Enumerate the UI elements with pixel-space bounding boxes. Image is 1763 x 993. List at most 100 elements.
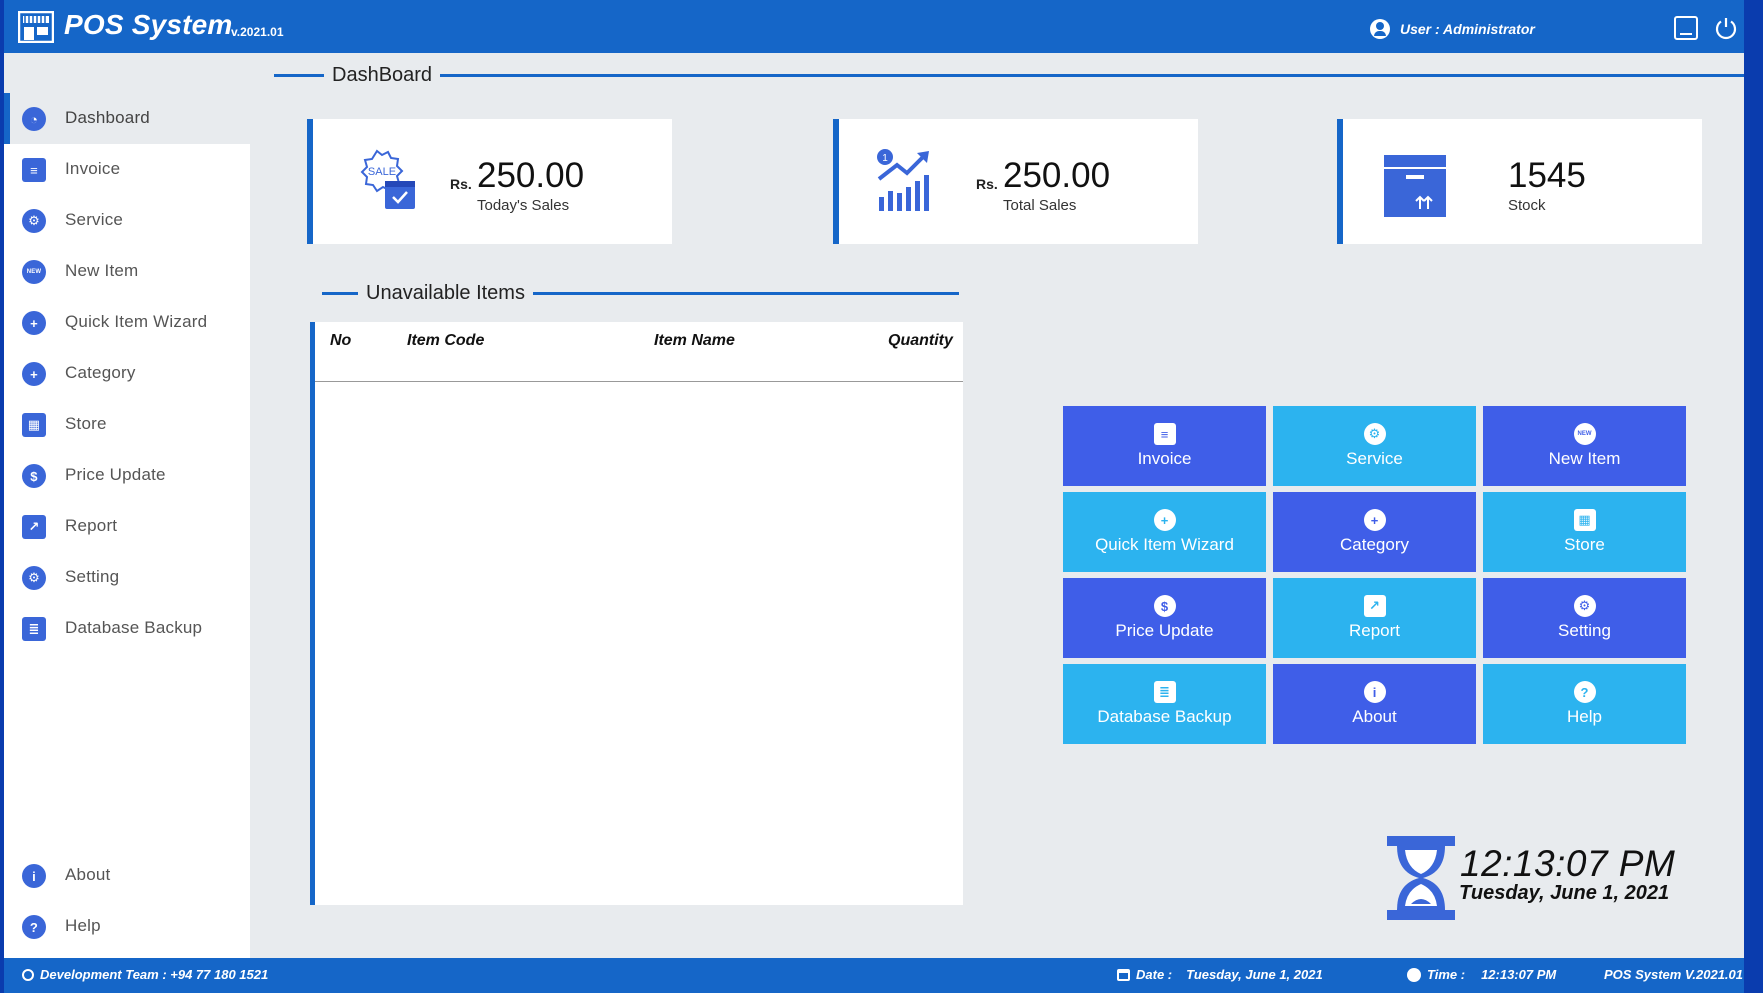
invoice-icon: ≡	[22, 158, 46, 182]
stock-box-icon	[1384, 155, 1446, 217]
tile-label: Quick Item Wizard	[1095, 535, 1234, 554]
app-version: v.2021.01	[231, 25, 284, 39]
info-icon: i	[22, 864, 46, 888]
sidebar-item-store[interactable]: ▦ Store	[4, 399, 250, 450]
sidebar-item-price-update[interactable]: $ Price Update	[4, 450, 250, 501]
sidebar-item-label: Setting	[65, 567, 120, 586]
sidebar-item-database-backup[interactable]: ≣ Database Backup	[4, 603, 250, 654]
tile-label: Database Backup	[1097, 707, 1232, 726]
svg-text:SALE: SALE	[368, 166, 396, 178]
sidebar-item-label: Database Backup	[65, 618, 203, 637]
sidebar-item-dashboard[interactable]: ◔ Dashboard	[4, 93, 250, 144]
sidebar-item-label: Invoice	[65, 159, 121, 178]
store-icon: ▦	[22, 413, 46, 437]
sidebar-item-label: Help	[65, 916, 101, 935]
growth-chart-icon: 1	[877, 149, 929, 211]
sidebar-item-category[interactable]: + Category	[4, 348, 250, 399]
new-badge-icon: NEW	[1573, 423, 1596, 445]
sidebar-item-label: Report	[65, 516, 118, 535]
database-icon: ≣	[1153, 681, 1176, 703]
unavailable-items-table[interactable]: No Item Code Item Name Quantity	[310, 322, 963, 905]
tile-new-item[interactable]: NEW New Item	[1483, 406, 1686, 486]
sidebar-item-label: Category	[65, 363, 136, 382]
tile-about[interactable]: i About	[1273, 664, 1476, 744]
tile-label: Price Update	[1115, 621, 1214, 640]
column-header-item-name[interactable]: Item Name	[654, 332, 735, 350]
hourglass-icon	[1387, 836, 1455, 920]
tile-label: Help	[1567, 707, 1602, 726]
clock-icon	[1407, 967, 1421, 982]
footer-time-label: Time :	[1427, 967, 1466, 982]
user-label: User : Administrator	[1400, 21, 1535, 37]
stock-value: 1545	[1508, 156, 1586, 195]
tile-label: Category	[1340, 535, 1409, 554]
total-sales-card: 1 Rs. 250.00 Total Sales	[833, 119, 1198, 244]
tile-quick-item-wizard[interactable]: + Quick Item Wizard	[1063, 492, 1266, 572]
currency-label: Rs.	[450, 176, 472, 192]
column-header-item-code[interactable]: Item Code	[407, 332, 484, 350]
tile-database-backup[interactable]: ≣ Database Backup	[1063, 664, 1266, 744]
sidebar-item-service[interactable]: ⚙ Service	[4, 195, 250, 246]
tile-label: Store	[1564, 535, 1605, 554]
footer-time: Time : 12:13:07 PM	[1407, 967, 1556, 982]
database-icon: ≣	[22, 617, 46, 641]
tile-setting[interactable]: ⚙ Setting	[1483, 578, 1686, 658]
tile-report[interactable]: ↗ Report	[1273, 578, 1476, 658]
footer-time-value: 12:13:07 PM	[1481, 967, 1557, 982]
sidebar-item-quick-item-wizard[interactable]: + Quick Item Wizard	[4, 297, 250, 348]
sidebar-item-invoice[interactable]: ≡ Invoice	[4, 144, 250, 195]
power-button[interactable]	[1714, 16, 1738, 40]
todays-sales-card: SALE Rs. 250.00 Today's Sales	[307, 119, 672, 244]
tile-label: Invoice	[1137, 449, 1192, 468]
sidebar-item-help[interactable]: ? Help	[4, 901, 250, 952]
column-header-no[interactable]: No	[330, 332, 351, 350]
sidebar-item-label: Quick Item Wizard	[65, 312, 208, 331]
footer-date: Date : Tuesday, June 1, 2021	[1117, 967, 1323, 982]
svg-text:1: 1	[882, 153, 888, 164]
sidebar-item-new-item[interactable]: NEW New Item	[4, 246, 250, 297]
sidebar-item-label: Dashboard	[65, 108, 150, 127]
tile-label: Setting	[1558, 621, 1611, 640]
tile-help[interactable]: ? Help	[1483, 664, 1686, 744]
clock-time: 12:13:07 PM	[1460, 843, 1676, 884]
service-hand-gear-icon: ⚙	[1363, 423, 1386, 445]
stock-card: 1545 Stock	[1337, 119, 1702, 244]
tile-label: About	[1352, 707, 1397, 726]
tile-service[interactable]: ⚙ Service	[1273, 406, 1476, 486]
dashboard-gauge-icon: ◔	[22, 107, 46, 131]
tile-category[interactable]: + Category	[1273, 492, 1476, 572]
tile-label: Service	[1346, 449, 1403, 468]
minimize-button[interactable]	[1674, 16, 1698, 40]
dashboard-section-title: DashBoard	[274, 64, 1744, 87]
info-icon: i	[1363, 681, 1386, 703]
phone-icon	[22, 968, 34, 981]
footer-version: POS System V.2021.01	[1604, 967, 1744, 982]
plus-circle-icon: +	[22, 311, 46, 335]
tile-label: New Item	[1548, 449, 1621, 468]
footer-date-label: Date :	[1136, 967, 1173, 982]
app-title: POS System	[64, 9, 233, 40]
sidebar-item-setting[interactable]: ⚙ Setting	[4, 552, 250, 603]
sidebar-item-label: Price Update	[65, 465, 166, 484]
store-logo-icon	[18, 11, 54, 43]
stock-caption: Stock	[1508, 197, 1546, 214]
sale-badge-calendar-icon: SALE	[360, 149, 415, 209]
section-title-text: Unavailable Items	[366, 282, 525, 304]
total-sales-caption: Total Sales	[1003, 197, 1077, 214]
tile-store[interactable]: ▦ Store	[1483, 492, 1686, 572]
tile-label: Report	[1348, 621, 1401, 640]
sidebar-item-about[interactable]: i About	[4, 850, 250, 901]
section-title-text: DashBoard	[332, 64, 433, 86]
tile-price-update[interactable]: $ Price Update	[1063, 578, 1266, 658]
app-window: POS System v.2021.01 User : Administrato…	[4, 0, 1744, 993]
sidebar-item-report[interactable]: ↗ Report	[4, 501, 250, 552]
tile-invoice[interactable]: ≡ Invoice	[1063, 406, 1266, 486]
dev-team-info: Development Team : +94 77 180 1521	[22, 967, 268, 982]
table-header: No Item Code Item Name Quantity	[315, 322, 963, 382]
coins-icon: $	[22, 464, 46, 488]
sidebar-item-label: Service	[65, 210, 124, 229]
column-header-quantity[interactable]: Quantity	[888, 332, 953, 350]
user-info[interactable]: User : Administrator	[1370, 19, 1535, 39]
gears-icon: ⚙	[22, 566, 46, 590]
todays-sales-value: 250.00	[477, 156, 585, 195]
